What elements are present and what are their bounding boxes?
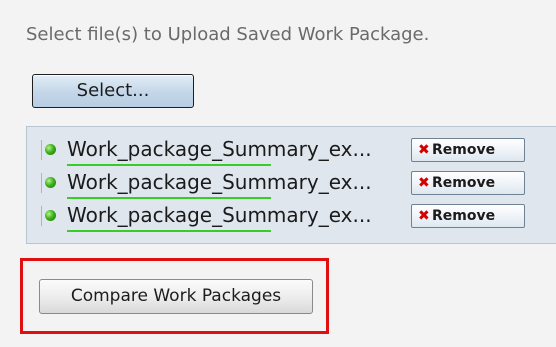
remove-file-button[interactable]: ✖ Remove [411,171,525,195]
file-row: Work_package_Summary_ex... ✖ Remove [37,137,556,166]
upload-progress-bar [67,164,271,166]
file-row: Work_package_Summary_ex... ✖ Remove [37,203,556,232]
upload-progress-bar [67,230,271,232]
status-ok-icon [45,144,56,155]
file-row: Work_package_Summary_ex... ✖ Remove [37,170,556,199]
row-divider [41,206,42,226]
uploaded-file-list: Work_package_Summary_ex... ✖ Remove Work_… [26,126,556,244]
status-ok-icon [45,210,56,221]
row-divider [41,140,42,160]
upload-instruction: Select file(s) to Upload Saved Work Pack… [26,24,430,45]
compare-work-packages-button[interactable]: Compare Work Packages [39,279,313,314]
x-icon: ✖ [418,142,430,158]
file-name: Work_package_Summary_ex... [67,137,372,161]
x-icon: ✖ [418,175,430,191]
upload-panel: Select file(s) to Upload Saved Work Pack… [0,0,556,347]
file-name: Work_package_Summary_ex... [67,170,372,194]
remove-label: Remove [432,208,496,224]
x-icon: ✖ [418,208,430,224]
remove-label: Remove [432,175,496,191]
remove-file-button[interactable]: ✖ Remove [411,204,525,228]
remove-file-button[interactable]: ✖ Remove [411,138,525,162]
remove-label: Remove [432,142,496,158]
row-divider [41,173,42,193]
select-files-button[interactable]: Select... [32,74,194,108]
compare-highlight-box: Compare Work Packages [20,258,329,334]
upload-progress-bar [67,197,271,199]
status-ok-icon [45,177,56,188]
file-name: Work_package_Summary_ex... [67,203,372,227]
